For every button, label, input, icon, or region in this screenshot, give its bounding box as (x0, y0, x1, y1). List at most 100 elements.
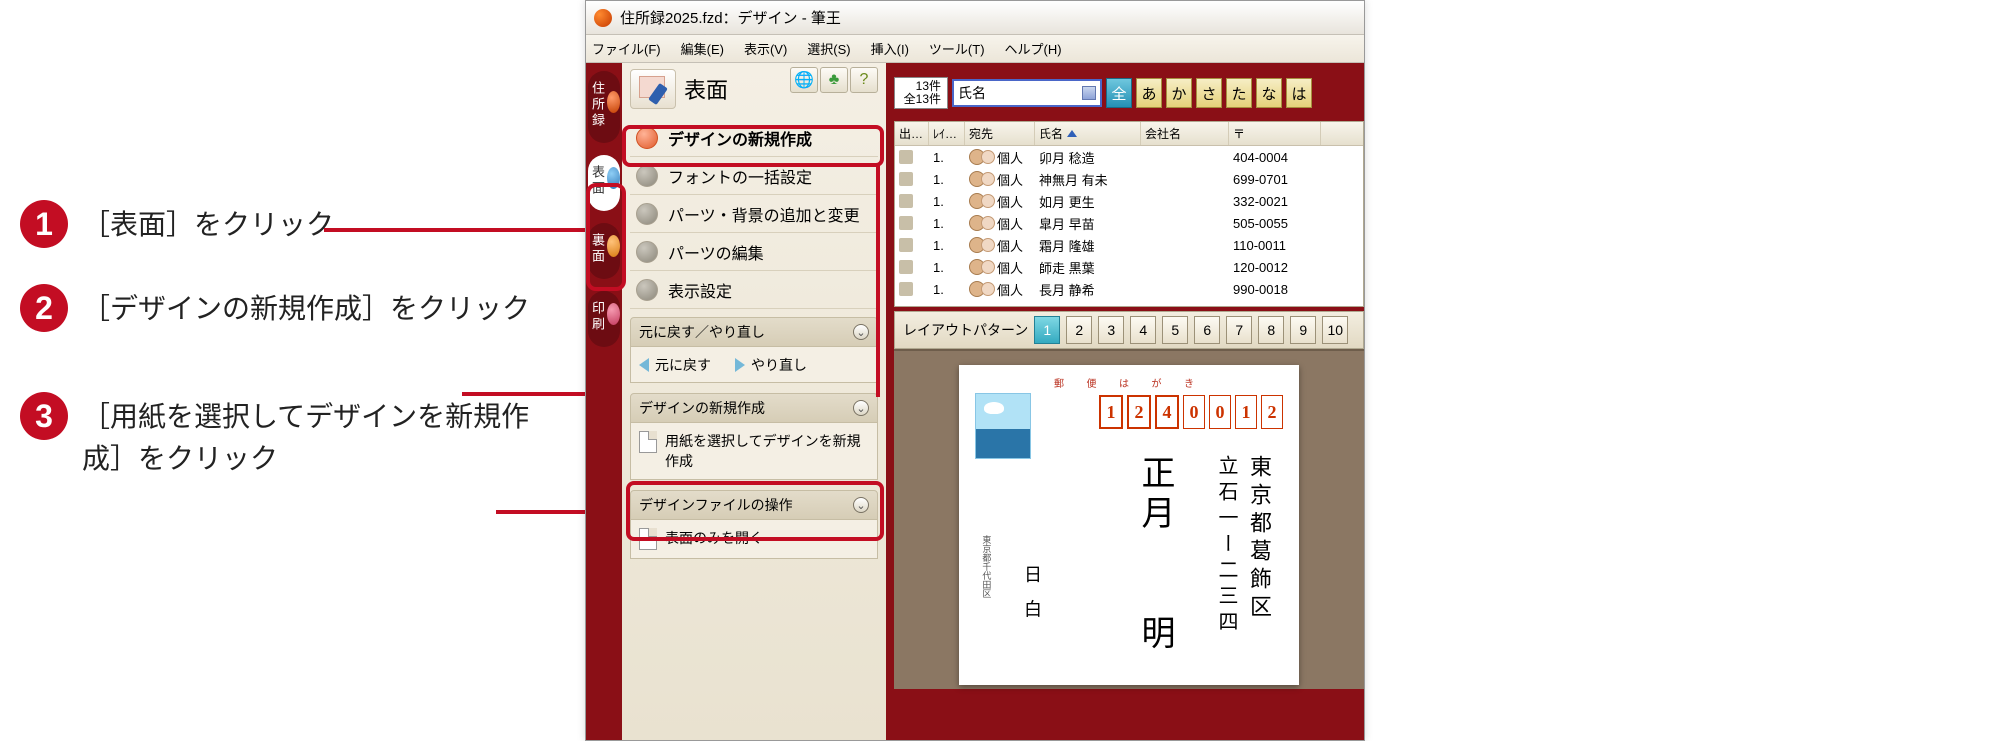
cell-layer: 1. (929, 172, 965, 187)
tool-tulip-icon[interactable]: ♣ (820, 67, 848, 93)
table-row[interactable]: 1. 個人卯月 稔造404-0004 (895, 146, 1363, 168)
side-tab-omote[interactable]: 表面 (588, 155, 620, 211)
item-open-omote-only[interactable]: 表面のみを開く (631, 520, 877, 558)
table-row[interactable]: 1. 個人如月 更生332-0021 (895, 190, 1363, 212)
layout-btn-1[interactable]: 1 (1034, 316, 1060, 344)
recipient-address-2: 立石一ー二三四 (1212, 455, 1241, 637)
menu-help[interactable]: ヘルプ(H) (1005, 39, 1062, 58)
cell-dest: 個人 (965, 214, 1035, 233)
group-new-design-body: 用紙を選択してデザインを新規作成 (630, 423, 878, 480)
table-row[interactable]: 1. 個人長月 静希990-0018 (895, 278, 1363, 300)
layout-btn-3[interactable]: 3 (1098, 316, 1124, 344)
task-item-parts-edit[interactable]: パーツの編集 (630, 233, 878, 271)
cell-output-icon (895, 194, 929, 208)
kana-filter-ta[interactable]: た (1226, 78, 1252, 108)
menu-view[interactable]: 表示(V) (744, 39, 787, 58)
task-item-display[interactable]: 表示設定 (630, 271, 878, 309)
col-dest[interactable]: 宛先 (965, 122, 1035, 145)
postcard-preview[interactable]: 郵 便 は が き 1 2 4 0 0 1 2 東京都葛飾区 立石一ー二三四 正… (959, 365, 1299, 685)
addressbook-icon (607, 91, 620, 113)
layout-btn-10[interactable]: 10 (1322, 316, 1348, 344)
side-tab-ura[interactable]: 裏面 (588, 223, 620, 279)
col-output[interactable]: 出… (895, 122, 929, 145)
menu-edit[interactable]: 編集(E) (681, 39, 724, 58)
cell-layer: 1. (929, 194, 965, 209)
instruction-2: 2 ［デザインの新規作成］をクリック (20, 284, 560, 332)
dropdown-value: 氏名 (958, 83, 986, 103)
item-select-paper-new[interactable]: 用紙を選択してデザインを新規作成 (631, 423, 877, 479)
group-design-file-header[interactable]: デザインファイルの操作 ⌄ (630, 490, 878, 520)
layout-btn-5[interactable]: 5 (1162, 316, 1188, 344)
count-bottom: 全13件 (901, 93, 941, 106)
col-layer[interactable]: ﾚｲ… (929, 122, 965, 145)
side-tab-label: 印刷 (588, 301, 607, 333)
zip-digit: 0 (1209, 395, 1231, 429)
collapse-icon[interactable]: ⌄ (853, 324, 869, 340)
cell-layer: 1. (929, 260, 965, 275)
tool-help-icon[interactable]: ? (850, 67, 878, 93)
redo-icon[interactable] (735, 358, 745, 372)
address-grid[interactable]: 出… ﾚｲ… 宛先 氏名 会社名 〒 1. 個人卯月 稔造404-00041. … (894, 121, 1364, 307)
side-tab-label: 住所録 (588, 81, 607, 129)
cell-dest: 個人 (965, 280, 1035, 299)
cell-zip: 505-0055 (1229, 216, 1321, 231)
table-row[interactable]: 1. 個人師走 黒葉120-0012 (895, 256, 1363, 278)
layout-btn-4[interactable]: 4 (1130, 316, 1156, 344)
bullet-icon (636, 165, 658, 187)
redo-label[interactable]: やり直し (751, 355, 807, 375)
layout-btn-2[interactable]: 2 (1066, 316, 1092, 344)
task-item-font-batch[interactable]: フォントの一括設定 (630, 157, 878, 195)
task-item-parts-bg[interactable]: パーツ・背景の追加と変更 (630, 195, 878, 233)
tool-globe-icon[interactable]: 🌐 (790, 67, 818, 93)
layout-btn-7[interactable]: 7 (1226, 316, 1252, 344)
app-window: 住所録2025.fzd：デザイン - 筆王 ファイル(F) 編集(E) 表示(V… (585, 0, 1365, 741)
layout-btn-8[interactable]: 8 (1258, 316, 1284, 344)
ura-icon (607, 235, 620, 257)
cell-name: 霜月 隆雄 (1035, 236, 1141, 255)
collapse-icon[interactable]: ⌄ (853, 497, 869, 513)
cell-dest: 個人 (965, 192, 1035, 211)
kana-filter-a[interactable]: あ (1136, 78, 1162, 108)
menu-select[interactable]: 選択(S) (807, 39, 850, 58)
undo-label[interactable]: 元に戻す (655, 355, 711, 375)
col-zip[interactable]: 〒 (1229, 122, 1321, 145)
group-title: デザインファイルの操作 (639, 495, 793, 515)
layout-btn-6[interactable]: 6 (1194, 316, 1220, 344)
kana-filter-ka[interactable]: か (1166, 78, 1192, 108)
preview-area: 郵 便 は が き 1 2 4 0 0 1 2 東京都葛飾区 立石一ー二三四 正… (894, 349, 1364, 689)
kana-filter-sa[interactable]: さ (1196, 78, 1222, 108)
menu-insert[interactable]: 挿入(I) (871, 39, 909, 58)
task-item-new-design[interactable]: デザインの新規作成 (630, 119, 878, 157)
step-number: 2 (20, 284, 68, 332)
table-row[interactable]: 1. 個人神無月 有未699-0701 (895, 168, 1363, 190)
postcard-top-label: 郵 便 は が き (1054, 375, 1204, 390)
cell-zip: 110-0011 (1229, 238, 1321, 253)
bullet-icon (636, 203, 658, 225)
sort-field-dropdown[interactable]: 氏名 (952, 79, 1102, 107)
right-pane: 13件 全13件 氏名 全 あ か さ た な は 出… ﾚｲ… (886, 63, 1364, 740)
table-row[interactable]: 1. 個人霜月 隆雄110-0011 (895, 234, 1363, 256)
undo-icon[interactable] (639, 358, 649, 372)
col-company[interactable]: 会社名 (1141, 122, 1229, 145)
cell-output-icon (895, 282, 929, 296)
cell-output-icon (895, 150, 929, 164)
cell-zip: 332-0021 (1229, 194, 1321, 209)
kana-filter-ha[interactable]: は (1286, 78, 1312, 108)
collapse-icon[interactable]: ⌄ (853, 400, 869, 416)
layout-btn-9[interactable]: 9 (1290, 316, 1316, 344)
sort-asc-icon (1067, 130, 1077, 137)
table-row[interactable]: 1. 個人皐月 早苗505-0055 (895, 212, 1363, 234)
kana-filter-na[interactable]: な (1256, 78, 1282, 108)
item-label: 用紙を選択してデザインを新規作成 (665, 431, 869, 471)
layout-label: レイアウトパターン (903, 320, 1028, 340)
group-new-design-header[interactable]: デザインの新規作成 ⌄ (630, 393, 878, 423)
kana-filter-all[interactable]: 全 (1106, 78, 1132, 108)
side-tab-print[interactable]: 印刷 (588, 291, 620, 347)
menu-tools[interactable]: ツール(T) (929, 39, 985, 58)
col-name[interactable]: 氏名 (1035, 122, 1141, 145)
menu-file[interactable]: ファイル(F) (592, 39, 661, 58)
highlight-step2-vertical (876, 165, 880, 397)
col-name-label: 氏名 (1039, 125, 1063, 142)
side-tabs: 住所録 表面 裏面 印刷 (586, 63, 622, 740)
side-tab-addressbook[interactable]: 住所録 (588, 71, 620, 143)
